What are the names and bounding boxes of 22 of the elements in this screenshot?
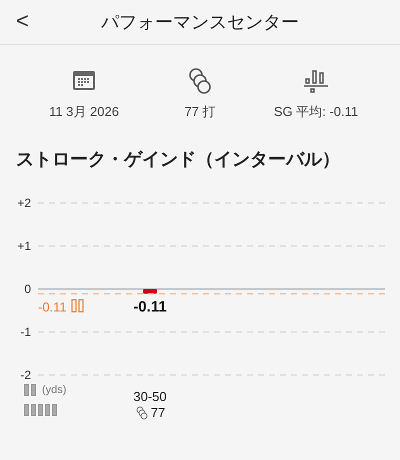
y-tick-label: -2 [20, 368, 31, 382]
average-label: -0.11 [38, 300, 67, 315]
golf-balls-icon [186, 67, 214, 95]
unit-label: (yds) [42, 384, 66, 396]
missing-glyph-icon [24, 404, 57, 416]
golf-balls-icon [134, 406, 149, 420]
missing-glyph-icon [71, 299, 84, 312]
back-button[interactable]: < [12, 8, 33, 34]
stat-label: 77 打 [184, 103, 216, 121]
missing-glyph-icon [24, 384, 36, 396]
bar [143, 289, 157, 294]
y-tick-label: 0 [24, 282, 31, 296]
value-label: -0.11 [133, 298, 167, 316]
stat-label: SG 平均: -0.11 [274, 103, 358, 121]
y-tick-label: +1 [17, 239, 31, 253]
stat-label: 11 3月 2026 [49, 103, 119, 121]
category-label: 30-50 [133, 389, 167, 404]
shot-count: 77 [150, 405, 166, 420]
page-title: パフォーマンスセンター [101, 11, 299, 34]
section-title: ストローク・ゲインド（インターバル） [15, 148, 341, 171]
y-tick-label: -1 [20, 325, 31, 339]
y-tick-label: +2 [17, 196, 31, 210]
